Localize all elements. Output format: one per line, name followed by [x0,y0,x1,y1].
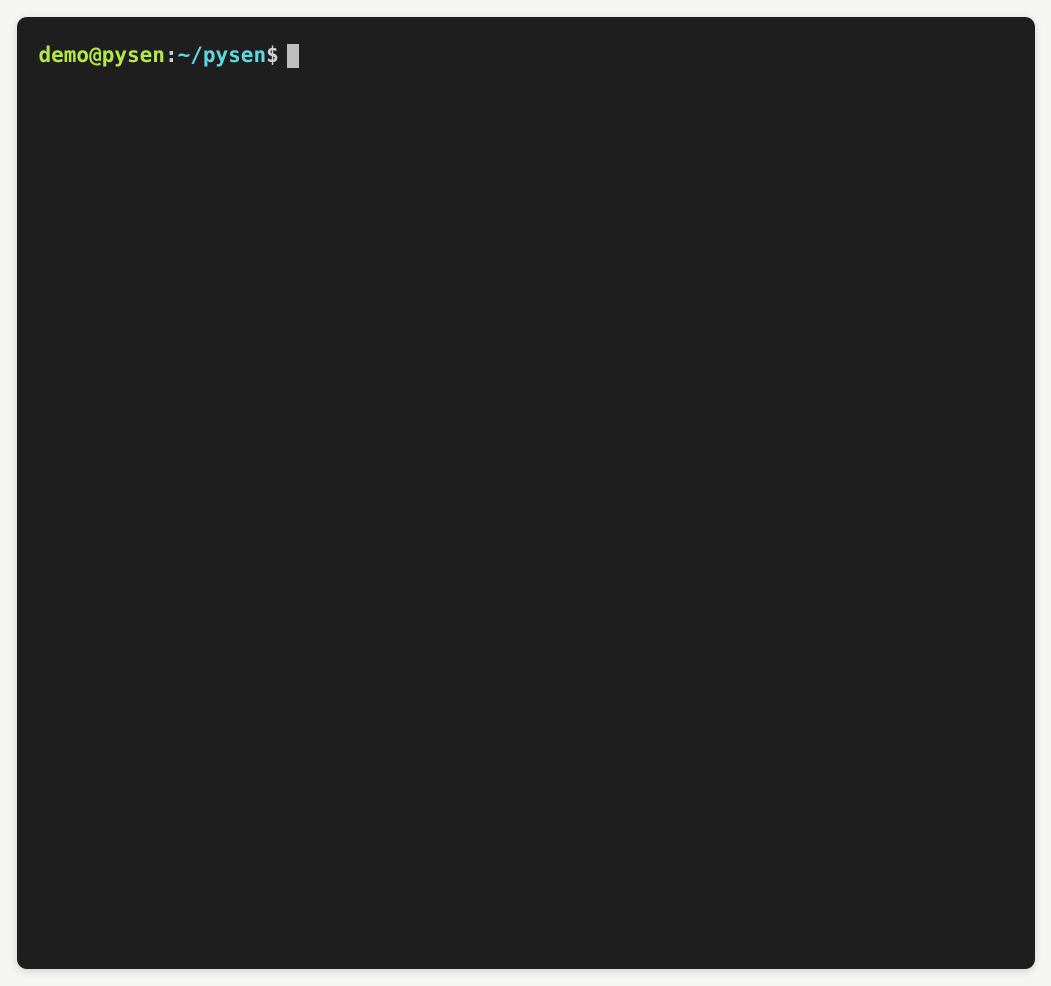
prompt-cwd: ~/pysen [178,41,267,70]
prompt-symbol: $ [266,41,279,70]
cursor-block [287,44,299,68]
prompt-separator: : [165,41,178,70]
prompt-user-host: demo@pysen [39,41,165,70]
terminal-window[interactable]: demo@pysen:~/pysen$ [17,17,1035,969]
prompt-line: demo@pysen:~/pysen$ [39,41,1013,70]
